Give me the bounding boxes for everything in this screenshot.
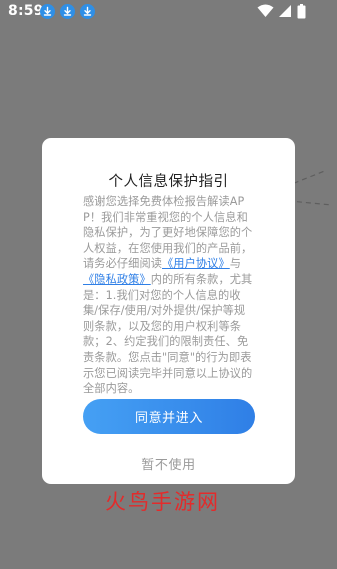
status-bar: 8:59 [0, 0, 337, 24]
privacy-policy-link[interactable]: 《隐私政策》 [83, 273, 151, 286]
agree-button[interactable]: 同意并进入 [83, 399, 255, 434]
privacy-dialog: 个人信息保护指引 感谢您选择免费体检报告解读APP！我们非常重视您的个人信息和隐… [42, 138, 295, 484]
watermark-text: 火鸟手游网 [105, 490, 220, 514]
user-agreement-link[interactable]: 《用户协议》 [162, 257, 230, 270]
battery-icon [297, 4, 306, 19]
download-icon [80, 4, 95, 19]
download-icon [60, 4, 75, 19]
body-rest-text: 内的所有条款，尤其是：1.我们对您的个人信息的收集/保存/使用/对外提供/保护等… [83, 272, 253, 396]
system-icons [257, 4, 317, 19]
status-time: 8:59 [8, 3, 44, 19]
dialog-title: 个人信息保护指引 [108, 174, 229, 190]
disagree-button[interactable]: 暂不使用 [42, 454, 295, 473]
download-icon [40, 4, 55, 19]
signal-icon [279, 5, 291, 17]
wifi-icon [257, 4, 274, 17]
connector-text: 与 [229, 257, 242, 271]
dialog-body: 感谢您选择免费体检报告解读APP！我们非常重视您的个人信息和隐私保护，为了更好地… [83, 194, 255, 397]
